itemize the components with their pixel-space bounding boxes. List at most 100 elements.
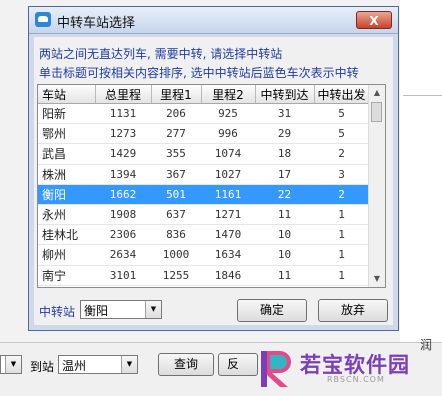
- station-row[interactable]: 柳州 2634 1000 1634 10 1: [38, 244, 369, 266]
- partial-label: 润: [420, 338, 433, 352]
- scroll-up-icon[interactable]: ▲: [369, 85, 385, 101]
- station-row[interactable]: 阜阳169259410982712: [38, 285, 369, 287]
- close-button[interactable]: X: [356, 11, 392, 29]
- table-cell: 1470: [201, 224, 255, 246]
- table-cell: 5: [314, 123, 369, 145]
- station-row[interactable]: 阳新 1131 206 925 31 5: [38, 103, 369, 125]
- table-cell: 637: [151, 204, 201, 226]
- dialog-titlebar[interactable]: 中转车站选择 X: [29, 7, 398, 34]
- station-grid[interactable]: 车站 总里程 里程1 里程2 中转到达 中转出发 阳新 1131 206 925 31 5 鄂州 127…: [37, 84, 386, 288]
- table-cell: 1131: [95, 103, 151, 125]
- table-cell: 1161: [201, 184, 255, 205]
- column-header[interactable]: 车站: [38, 85, 96, 104]
- table-cell: 1429: [95, 143, 151, 165]
- table-cell: 1: [314, 204, 369, 226]
- to-station-label: 到站: [30, 360, 55, 374]
- app-icon: [35, 12, 51, 27]
- station-row[interactable]: 永州 1908 637 1271 11 1: [38, 204, 369, 226]
- table-cell: 2634: [95, 244, 151, 266]
- dialog-title: 中转车站选择: [57, 16, 136, 31]
- table-cell: 1000: [151, 244, 201, 266]
- watermark-logo-icon: [261, 351, 291, 387]
- station-row[interactable]: 鄂州 1273 277 996 29 5: [38, 123, 369, 145]
- station-row[interactable]: 南宁 3101 1255 1846 11 1: [38, 265, 369, 286]
- table-cell: 1098: [201, 285, 255, 287]
- column-header[interactable]: 里程2: [201, 85, 256, 104]
- station-row[interactable]: 衡阳 1662 501 1161 22 2: [38, 184, 369, 205]
- station-name-cell: 永州: [38, 204, 95, 226]
- scroll-down-icon[interactable]: ▼: [369, 271, 385, 287]
- table-cell: 1: [314, 224, 369, 246]
- vertical-scrollbar[interactable]: ▲ ▼: [368, 85, 385, 287]
- table-cell: 1394: [95, 164, 151, 185]
- station-row[interactable]: 桂林北 2306 836 1470 10 1: [38, 224, 369, 246]
- table-cell: 1662: [95, 184, 151, 205]
- column-header[interactable]: 里程1: [151, 85, 202, 104]
- table-cell: 12: [314, 285, 369, 287]
- chevron-down-icon[interactable]: ▼: [121, 356, 137, 373]
- table-cell: 22: [255, 184, 314, 205]
- table-cell: 1846: [201, 265, 255, 286]
- station-name-cell: 南宁: [38, 265, 95, 286]
- table-cell: 277: [151, 123, 201, 145]
- table-cell: 1: [314, 265, 369, 286]
- station-name-cell: 衡阳: [38, 184, 95, 205]
- watermark-subtitle: RBSCN.COM: [327, 375, 385, 384]
- to-station-select[interactable]: 温州 ▼: [58, 355, 138, 374]
- table-cell: 1027: [201, 164, 255, 185]
- from-station-select[interactable]: ▼: [0, 355, 22, 374]
- background-divider: [403, 95, 442, 96]
- table-cell: 2: [314, 143, 369, 165]
- chevron-down-icon[interactable]: ▼: [145, 301, 161, 318]
- table-cell: 996: [201, 123, 255, 145]
- station-name-cell: 鄂州: [38, 123, 95, 145]
- table-cell: 1908: [95, 204, 151, 226]
- station-name-cell: 武昌: [38, 143, 95, 165]
- table-cell: 1634: [201, 244, 255, 266]
- station-name-cell: 桂林北: [38, 224, 95, 246]
- scroll-thumb[interactable]: [371, 102, 382, 122]
- station-name-cell: 株洲: [38, 164, 95, 185]
- cancel-button[interactable]: 放弃: [318, 299, 388, 322]
- transfer-station-select[interactable]: 衡阳 ▼: [80, 300, 162, 319]
- table-cell: 3101: [95, 265, 151, 286]
- query-button[interactable]: 查询: [158, 353, 214, 376]
- table-cell: 17: [255, 164, 314, 185]
- to-station-value: 温州: [62, 359, 87, 373]
- station-row[interactable]: 武昌 1429 355 1074 18 2: [38, 143, 369, 165]
- column-header[interactable]: 总里程: [95, 85, 152, 104]
- table-cell: 11: [255, 265, 314, 286]
- table-cell: 29: [255, 123, 314, 145]
- table-cell: 1074: [201, 143, 255, 165]
- table-cell: 2: [314, 184, 369, 205]
- table-cell: 1692: [95, 285, 151, 287]
- transfer-station-label: 中转站: [39, 305, 76, 319]
- station-name-cell: 阳新: [38, 103, 95, 125]
- station-row[interactable]: 株洲 1394 367 1027 17 3: [38, 164, 369, 185]
- table-cell: 5: [314, 103, 369, 125]
- ok-button[interactable]: 确定: [237, 299, 307, 322]
- table-cell: 1271: [201, 204, 255, 226]
- table-cell: 594: [151, 285, 201, 287]
- table-cell: 18: [255, 143, 314, 165]
- reverse-button[interactable]: 反: [218, 353, 258, 376]
- column-header[interactable]: 中转到达: [255, 85, 315, 104]
- table-cell: 31: [255, 103, 314, 125]
- dialog-client-area: 两站之间无直达列车, 需要中转, 请选择中转站 单击标题可按相关内容排序, 选中…: [34, 37, 393, 325]
- background-right-panel: [400, 0, 442, 342]
- column-header[interactable]: 中转出发: [314, 85, 370, 104]
- station-name-cell: 柳州: [38, 244, 95, 266]
- transfer-station-value: 衡阳: [84, 304, 109, 318]
- table-cell: 501: [151, 184, 201, 205]
- instruction-text-2: 单击标题可按相关内容排序, 选中中转站后蓝色车次表示中转: [39, 66, 359, 80]
- table-cell: 10: [255, 224, 314, 246]
- station-name-cell: 阜阳: [38, 285, 95, 287]
- table-cell: 10: [255, 244, 314, 266]
- table-cell: 2306: [95, 224, 151, 246]
- instruction-text-1: 两站之间无直达列车, 需要中转, 请选择中转站: [39, 47, 283, 61]
- table-cell: 1255: [151, 265, 201, 286]
- chevron-down-icon[interactable]: ▼: [5, 356, 21, 373]
- table-cell: 836: [151, 224, 201, 246]
- table-cell: 206: [151, 103, 201, 125]
- transfer-station-dialog: 中转车站选择 X 两站之间无直达列车, 需要中转, 请选择中转站 单击标题可按相…: [28, 6, 399, 331]
